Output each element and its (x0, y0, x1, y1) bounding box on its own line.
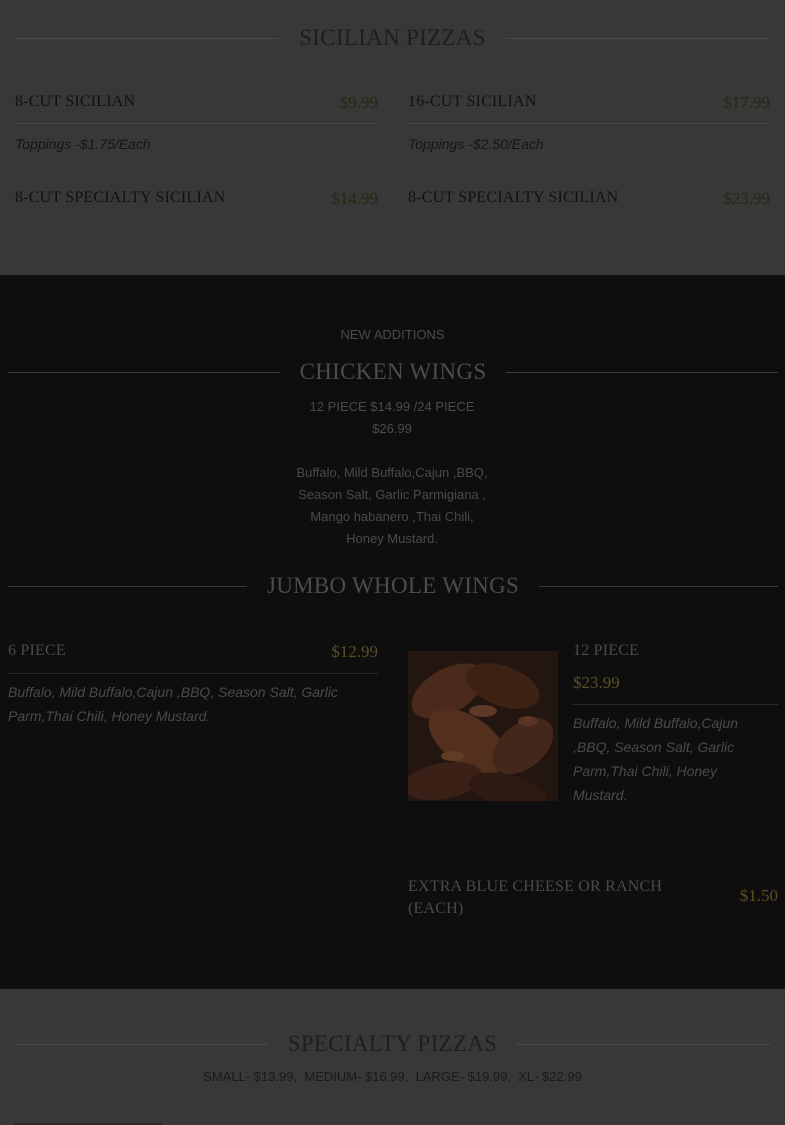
menu-item-name: 16-CUT SICILIAN (408, 93, 537, 110)
menu-item-name: 12 PIECE (573, 642, 640, 659)
chicken-wings-section: NEW ADDITIONS CHICKEN WINGS 12 PIECE $14… (0, 275, 785, 989)
item-divider (573, 704, 778, 705)
new-additions-label: NEW ADDITIONS (340, 327, 445, 342)
specialty-sizes: SMALL- $13.99, MEDIUM- $16.99, LARGE- $1… (203, 1069, 582, 1084)
menu-item-description: Toppings -$2.50/Each (408, 136, 544, 152)
section-title: SPECIALTY PIZZAS (287, 1031, 498, 1056)
menu-item-price: $12.99 (331, 642, 378, 661)
menu-item-name: 8-CUT SPECIALTY SICILIAN (15, 189, 226, 206)
menu-item-description: Buffalo, Mild Buffalo,Cajun ,BBQ, Season… (8, 684, 338, 724)
menu-item-name: 6 PIECE (8, 642, 66, 659)
divider (8, 371, 280, 373)
divider (517, 1043, 770, 1045)
menu-item-description: Toppings -$1.75/Each (15, 136, 151, 152)
divider (539, 585, 779, 587)
menu-item-description: Buffalo, Mild Buffalo,Cajun ,BBQ, Season… (573, 715, 738, 803)
section-title: SICILIAN PIZZAS (299, 25, 486, 50)
item-divider (8, 673, 378, 674)
menu-item-name: 8-CUT SICILIAN (15, 93, 136, 110)
sicilian-title-row: SICILIAN PIZZAS (15, 24, 770, 52)
specialty-pizzas-section: SPECIALTY PIZZAS SMALL- $13.99, MEDIUM- … (0, 989, 785, 1125)
wings-photo[interactable] (408, 651, 558, 801)
section-title: CHICKEN WINGS (299, 359, 487, 384)
divider (506, 371, 778, 373)
wings-title-row: CHICKEN WINGS (8, 358, 778, 386)
divider (15, 1043, 268, 1045)
wings-flavors: Buffalo, Mild Buffalo,Cajun ,BBQ, Season… (296, 465, 488, 546)
wings-image (408, 651, 558, 801)
menu-item-price: $17.99 (723, 93, 770, 112)
menu-item-name: 8-CUT SPECIALTY SICILIAN (408, 189, 619, 206)
divider (8, 585, 247, 587)
sicilian-pizzas-section: SICILIAN PIZZAS 8-CUT SICILIAN $9.99 Top… (0, 0, 785, 275)
menu-item-price: $1.50 (739, 886, 778, 905)
menu-item-name: EXTRA BLUE CHEESE OR RANCH (EACH) (408, 878, 663, 917)
divider (505, 37, 770, 39)
jumbo-title-row: JUMBO WHOLE WINGS (8, 572, 779, 600)
item-divider (15, 123, 378, 124)
section-title: JUMBO WHOLE WINGS (266, 573, 520, 598)
specialty-title-row: SPECIALTY PIZZAS (15, 1030, 770, 1058)
wings-pricing: 12 PIECE $14.99 /24 PIECE $26.99 (309, 399, 475, 436)
item-divider (408, 123, 770, 124)
menu-item-price: $23.99 (723, 189, 770, 208)
menu-item-price: $23.99 (573, 673, 620, 692)
menu-item-price: $9.99 (339, 93, 378, 112)
divider (15, 37, 280, 39)
menu-item-price: $14.99 (331, 189, 378, 208)
